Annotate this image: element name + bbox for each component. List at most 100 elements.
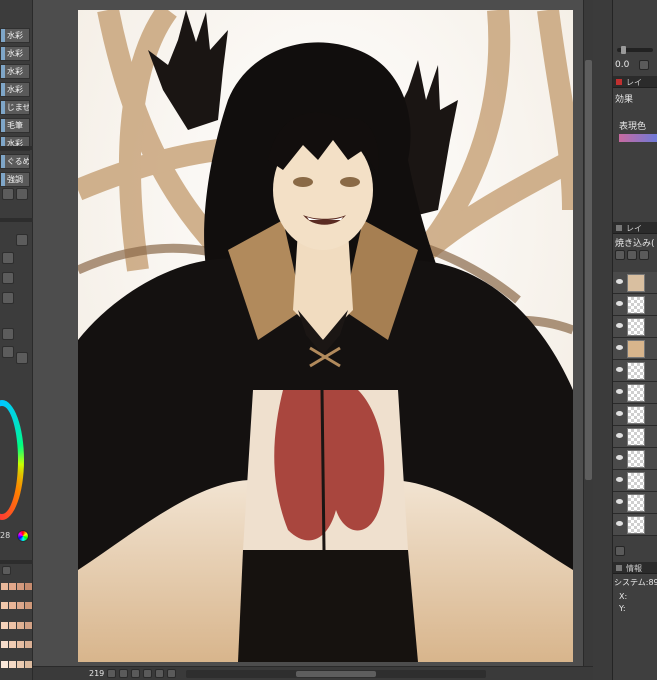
- layer-row[interactable]: [613, 426, 657, 448]
- palette-swatch[interactable]: [17, 660, 24, 668]
- brush-item[interactable]: 強調: [0, 172, 30, 187]
- layer-row[interactable]: [613, 294, 657, 316]
- lock-icon[interactable]: [639, 60, 649, 70]
- layer-row[interactable]: [613, 338, 657, 360]
- visibility-eye-icon[interactable]: [616, 499, 623, 504]
- artwork-canvas[interactable]: [78, 10, 573, 662]
- horizontal-scrollbar[interactable]: [186, 669, 487, 678]
- layer-icon[interactable]: [2, 292, 14, 304]
- pointer-icon[interactable]: [2, 252, 14, 264]
- palette-swatch[interactable]: [25, 621, 32, 629]
- palette-swatch[interactable]: [25, 660, 32, 668]
- delete-brush-icon[interactable]: [16, 188, 28, 200]
- palette-swatch[interactable]: [1, 583, 8, 590]
- visibility-eye-icon[interactable]: [616, 455, 623, 460]
- layer-thumbnail: [627, 340, 645, 358]
- palette-menu-icon[interactable]: [2, 566, 11, 575]
- new-layer-icon[interactable]: [615, 250, 625, 260]
- palette-swatch[interactable]: [25, 583, 32, 590]
- layer-thumbnail: [627, 406, 645, 424]
- palette-swatch[interactable]: [9, 641, 16, 649]
- layer-thumbnail: [627, 494, 645, 512]
- layer-row[interactable]: [613, 316, 657, 338]
- zoom-in-icon[interactable]: [107, 669, 117, 678]
- palette-swatch[interactable]: [9, 602, 16, 610]
- palette-swatch[interactable]: [9, 621, 16, 629]
- palette-swatch[interactable]: [17, 583, 24, 590]
- lock-icon[interactable]: [2, 272, 14, 284]
- tab-info[interactable]: 情報: [613, 562, 657, 574]
- vertical-scrollbar-thumb[interactable]: [585, 60, 592, 480]
- layer-row[interactable]: [613, 470, 657, 492]
- brush-item[interactable]: じませ: [0, 100, 30, 115]
- layer-row[interactable]: [613, 492, 657, 514]
- palette-swatch[interactable]: [1, 660, 8, 668]
- illustration: [78, 10, 573, 662]
- layer-tab-label: レイ: [626, 224, 642, 233]
- opacity-slider[interactable]: [617, 46, 653, 54]
- folder-icon[interactable]: [627, 250, 637, 260]
- palette-swatch[interactable]: [17, 602, 24, 610]
- layer-row[interactable]: [613, 514, 657, 536]
- layer-row[interactable]: [613, 360, 657, 382]
- palette-swatch[interactable]: [9, 660, 16, 668]
- horizontal-scrollbar-thumb[interactable]: [296, 670, 377, 677]
- top-value: 0.0: [615, 60, 630, 70]
- layer-row[interactable]: [613, 382, 657, 404]
- square-icon[interactable]: [2, 328, 14, 340]
- brush-item[interactable]: ぐるめ: [0, 154, 30, 169]
- zoom-out-icon[interactable]: [119, 669, 129, 678]
- canvas-area[interactable]: [33, 0, 593, 666]
- layer-row[interactable]: [613, 404, 657, 426]
- visibility-eye-icon[interactable]: [616, 301, 623, 306]
- expression-color-bar[interactable]: [619, 134, 657, 142]
- arrow-up-icon[interactable]: [2, 346, 14, 358]
- palette-swatch[interactable]: [25, 602, 32, 610]
- brush-item-label: 水彩: [7, 49, 23, 58]
- layer-row[interactable]: [613, 448, 657, 470]
- mask-icon[interactable]: [639, 250, 649, 260]
- visibility-eye-icon[interactable]: [616, 521, 623, 526]
- layer-menu-icon[interactable]: [615, 546, 625, 556]
- visibility-eye-icon[interactable]: [616, 279, 623, 284]
- rotate-left-icon[interactable]: [143, 669, 153, 678]
- vertical-scrollbar[interactable]: [583, 0, 593, 666]
- magnifier-icon[interactable]: [16, 234, 28, 246]
- zoom-value[interactable]: 219: [89, 669, 104, 678]
- flip-icon[interactable]: [167, 669, 177, 678]
- palette-swatch[interactable]: [1, 621, 8, 629]
- visibility-eye-icon[interactable]: [616, 477, 623, 482]
- new-brush-icon[interactable]: [2, 188, 14, 200]
- visibility-eye-icon[interactable]: [616, 389, 623, 394]
- brush-item[interactable]: 水彩: [0, 64, 30, 79]
- palette-swatch[interactable]: [25, 641, 32, 649]
- brush-item[interactable]: 水彩: [0, 82, 30, 97]
- rotate-right-icon[interactable]: [155, 669, 165, 678]
- visibility-eye-icon[interactable]: [616, 367, 623, 372]
- visibility-eye-icon[interactable]: [616, 411, 623, 416]
- layer-thumbnail: [627, 296, 645, 314]
- brush-item[interactable]: 水彩: [0, 28, 30, 43]
- visibility-eye-icon[interactable]: [616, 433, 623, 438]
- layer-row[interactable]: [613, 272, 657, 294]
- brush-item[interactable]: 毛筆: [0, 118, 30, 133]
- palette-swatch[interactable]: [9, 583, 16, 590]
- slider-knob[interactable]: [621, 46, 626, 54]
- palette-swatch[interactable]: [1, 641, 8, 649]
- right-panel: 0.0 レイ 効果 表現色 レイ 焼き込み( 情報 システム:89% X: Y:: [593, 0, 657, 680]
- color-wheel[interactable]: [0, 400, 24, 520]
- visibility-eye-icon[interactable]: [616, 345, 623, 350]
- blend-mode-select[interactable]: 焼き込み(: [615, 236, 655, 249]
- brush-item[interactable]: 水彩: [0, 46, 30, 61]
- brush-color-swatch: [1, 173, 5, 186]
- color-palette: [0, 582, 32, 680]
- fit-window-icon[interactable]: [131, 669, 141, 678]
- color-settings-icon[interactable]: [17, 530, 29, 542]
- palette-swatch[interactable]: [17, 621, 24, 629]
- palette-swatch[interactable]: [17, 641, 24, 649]
- eyedropper-icon[interactable]: [16, 352, 28, 364]
- tab-layer-property[interactable]: レイ: [613, 76, 657, 88]
- palette-swatch[interactable]: [1, 602, 8, 610]
- tab-layer[interactable]: レイ: [613, 222, 657, 234]
- visibility-eye-icon[interactable]: [616, 323, 623, 328]
